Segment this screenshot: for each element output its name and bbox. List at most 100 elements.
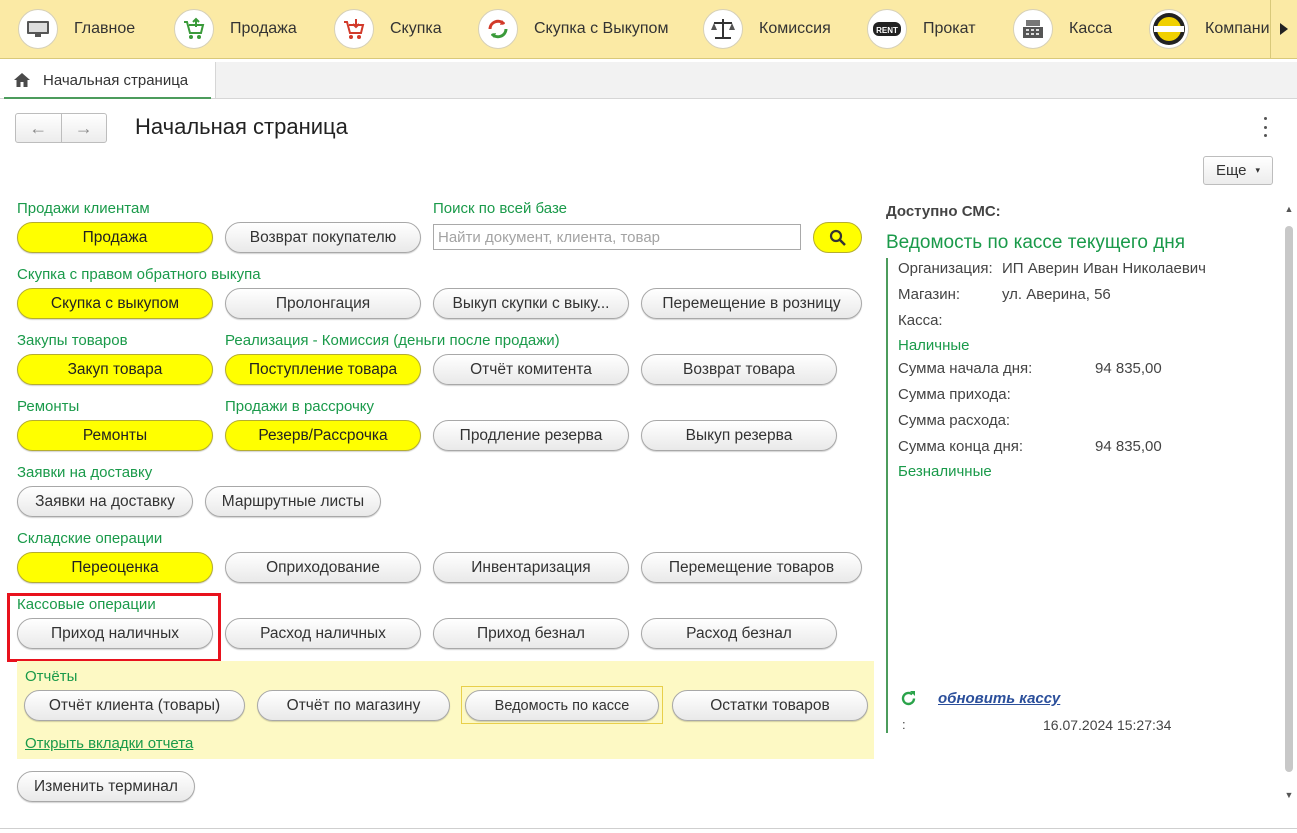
more-button[interactable]: Еще ▾: [1203, 156, 1273, 185]
bottom-divider: [0, 828, 1297, 829]
sections-scroll-right[interactable]: [1270, 0, 1297, 58]
section-label: Комиссия: [759, 20, 831, 37]
return-to-buyer-button[interactable]: Возврат покупателю: [225, 222, 421, 253]
group-label-search: Поиск по всей базе: [433, 200, 568, 217]
timestamp-separator: :: [902, 717, 906, 732]
scales-icon: [703, 9, 743, 49]
section-label: Продажа: [230, 20, 297, 37]
section-company[interactable]: Компани: [1149, 7, 1270, 51]
reserve-button[interactable]: Резерв/Рассрочка: [225, 420, 421, 451]
refresh-cash-link[interactable]: обновить кассу: [938, 690, 1060, 707]
active-tab-underline: [4, 97, 211, 99]
inventory-button[interactable]: Инвентаризация: [433, 552, 629, 583]
prolongation-button[interactable]: Пролонгация: [225, 288, 421, 319]
section-main[interactable]: Главное: [18, 7, 135, 51]
open-report-tabs-link[interactable]: Открыть вкладки отчета: [25, 735, 193, 752]
cart-up-icon: [174, 9, 214, 49]
shop-label: Магазин:: [898, 286, 961, 303]
group-border: [886, 258, 888, 733]
sections-panel: Главное Продажа Скупка Скупка с Выкупом …: [0, 0, 1297, 59]
delivery-requests-button[interactable]: Заявки на доставку: [17, 486, 193, 517]
noncash-header: Безналичные: [898, 463, 992, 480]
group-label-buyback: Скупка с правом обратного выкупа: [17, 266, 261, 283]
start-sum-value: 94 835,00: [1095, 360, 1162, 377]
cash-out-button[interactable]: Расход наличных: [225, 618, 421, 649]
section-label: Главное: [74, 20, 136, 37]
history-nav: ← →: [15, 113, 107, 143]
group-label-reports: Отчёты: [25, 668, 78, 685]
goods-return-button[interactable]: Возврат товара: [641, 354, 837, 385]
update-timestamp: 16.07.2024 15:27:34: [1043, 717, 1172, 733]
scroll-up-icon[interactable]: ▲: [1283, 204, 1295, 214]
section-buying[interactable]: Скупка: [334, 7, 442, 51]
forward-button[interactable]: →: [62, 114, 107, 142]
highlight-frame: [7, 593, 221, 662]
group-label-delivery: Заявки на доставку: [17, 464, 153, 481]
group-label-purchases: Закупы товаров: [17, 332, 128, 349]
org-label: Организация:: [898, 260, 993, 277]
route-sheets-button[interactable]: Маршрутные листы: [205, 486, 381, 517]
income-sum-label: Сумма прихода:: [898, 386, 1011, 403]
section-label: Скупка: [390, 20, 442, 37]
section-label: Компани: [1205, 20, 1270, 37]
cash-statement-button[interactable]: Ведомость по кассе: [465, 690, 659, 721]
more-actions-icon[interactable]: [1259, 117, 1271, 137]
shop-value: ул. Аверина, 56: [1002, 286, 1111, 303]
redeem-buyback-button[interactable]: Выкуп скупки с выку...: [433, 288, 629, 319]
noncash-in-button[interactable]: Приход безнал: [433, 618, 629, 649]
monitor-icon: [18, 9, 58, 49]
dropdown-arrow-icon: ▾: [1255, 165, 1261, 175]
cash-register-icon: [1013, 9, 1053, 49]
section-label: Скупка с Выкупом: [534, 20, 669, 37]
sms-caption: Доступно СМС:: [886, 203, 1001, 220]
company-logo-icon: [1149, 9, 1189, 49]
cart-down-icon: [334, 9, 374, 49]
home-icon: [14, 73, 30, 87]
redeem-reserve-button[interactable]: Выкуп резерва: [641, 420, 837, 451]
scrollbar-thumb[interactable]: [1285, 226, 1293, 772]
search-icon: [829, 229, 846, 246]
section-commission[interactable]: Комиссия: [703, 7, 831, 51]
capitalization-button[interactable]: Оприходование: [225, 552, 421, 583]
group-label-installments: Продажи в рассрочку: [225, 398, 375, 415]
rent-icon: RENT: [867, 9, 907, 49]
section-cash[interactable]: Касса: [1013, 7, 1112, 51]
extend-reserve-button[interactable]: Продление резерва: [433, 420, 629, 451]
refresh-icon[interactable]: [900, 690, 917, 707]
back-button[interactable]: ←: [16, 114, 62, 142]
store-report-button[interactable]: Отчёт по магазину: [257, 690, 450, 721]
buyback-button[interactable]: Скупка с выкупом: [17, 288, 213, 319]
section-rent[interactable]: RENT Прокат: [867, 7, 976, 51]
consignor-report-button[interactable]: Отчёт комитента: [433, 354, 629, 385]
group-label-sales: Продажи клиентам: [17, 200, 150, 217]
section-buyback[interactable]: Скупка с Выкупом: [478, 7, 668, 51]
end-sum-value: 94 835,00: [1095, 438, 1162, 455]
cash-statement-title: Ведомость по кассе текущего дня: [886, 232, 1186, 253]
repairs-button[interactable]: Ремонты: [17, 420, 213, 451]
svg-text:RENT: RENT: [876, 26, 898, 35]
sale-button[interactable]: Продажа: [17, 222, 213, 253]
scroll-down-icon[interactable]: ▼: [1283, 790, 1295, 800]
expense-sum-label: Сумма расхода:: [898, 412, 1011, 429]
group-label-warehouse: Складские операции: [17, 530, 163, 547]
group-label-repairs: Ремонты: [17, 398, 80, 415]
client-report-button[interactable]: Отчёт клиента (товары): [24, 690, 245, 721]
goods-receipt-button[interactable]: Поступление товара: [225, 354, 421, 385]
tab-home[interactable]: Начальная страница: [0, 62, 216, 99]
purchase-button[interactable]: Закуп товара: [17, 354, 213, 385]
change-terminal-button[interactable]: Изменить терминал: [17, 771, 195, 802]
tab-label: Начальная страница: [43, 71, 189, 89]
stock-balance-button[interactable]: Остатки товаров: [672, 690, 868, 721]
goods-transfer-button[interactable]: Перемещение товаров: [641, 552, 862, 583]
vertical-scrollbar[interactable]: ▲ ▼: [1283, 204, 1295, 804]
search-button[interactable]: [813, 222, 862, 253]
revaluation-button[interactable]: Переоценка: [17, 552, 213, 583]
cash-header: Наличные: [898, 337, 970, 354]
move-to-retail-button[interactable]: Перемещение в розницу: [641, 288, 862, 319]
section-label: Касса: [1069, 20, 1113, 37]
section-sales[interactable]: Продажа: [174, 7, 297, 51]
open-tabs-bar: Начальная страница: [0, 62, 1297, 99]
noncash-out-button[interactable]: Расход безнал: [641, 618, 837, 649]
search-input[interactable]: [433, 224, 801, 250]
more-button-label: Еще: [1215, 162, 1247, 179]
